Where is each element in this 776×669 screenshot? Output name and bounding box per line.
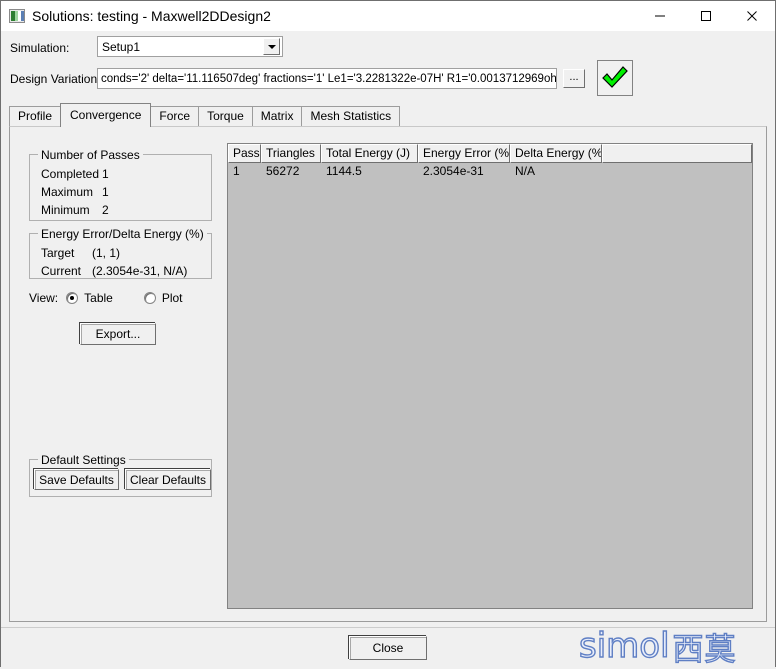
clear-defaults-button[interactable]: Clear Defaults — [125, 469, 211, 490]
column-header-filler — [602, 144, 752, 163]
tab-matrix[interactable]: Matrix — [251, 106, 303, 127]
cell-delta-energy: N/A — [515, 164, 536, 178]
column-header-pass[interactable]: Pass — [228, 144, 261, 163]
column-header-delta-energy[interactable]: Delta Energy (%) — [510, 144, 602, 163]
default-settings-title: Default Settings — [38, 453, 129, 467]
energy-current-value: (2.3054e-31, N/A) — [92, 264, 188, 278]
energy-current-label: Current — [41, 264, 82, 278]
window-title: Solutions: testing - Maxwell2DDesign2 — [32, 8, 271, 24]
simulation-combobox[interactable]: Setup1 — [97, 36, 283, 57]
application-icon — [9, 9, 25, 23]
design-variation-input[interactable]: conds='2' delta='11.116507deg' fractions… — [97, 68, 557, 89]
design-variation-browse-button[interactable]: ... — [563, 69, 585, 88]
simulation-dropdown-button[interactable] — [263, 38, 280, 55]
number-of-passes-title: Number of Passes — [38, 148, 143, 162]
energy-target-label: Target — [41, 246, 75, 260]
convergence-table[interactable]: Pass Triangles Total Energy (J) Energy E… — [227, 143, 753, 609]
minimize-button[interactable] — [637, 1, 683, 31]
title-bar: Solutions: testing - Maxwell2DDesign2 — [1, 1, 775, 31]
solutions-dialog: Solutions: testing - Maxwell2DDesign2 Si… — [0, 0, 776, 668]
view-table-radio[interactable] — [66, 292, 79, 304]
table-header-row: Pass Triangles Total Energy (J) Energy E… — [228, 144, 752, 163]
tab-convergence[interactable]: Convergence — [60, 103, 152, 127]
passes-completed-label: Completed — [41, 167, 100, 181]
column-header-energy-error[interactable]: Energy Error (%) — [418, 144, 510, 163]
passes-completed-value: 1 — [102, 167, 109, 181]
close-button[interactable] — [729, 1, 775, 31]
tab-profile[interactable]: Profile — [9, 106, 62, 127]
cell-energy-error: 2.3054e-31 — [423, 164, 484, 178]
passes-maximum-label: Maximum — [41, 185, 94, 199]
cell-pass: 1 — [233, 164, 240, 178]
tab-mesh-statistics[interactable]: Mesh Statistics — [301, 106, 401, 127]
table-row[interactable]: 1 56272 1144.5 2.3054e-31 N/A — [228, 163, 752, 180]
cell-triangles: 56272 — [266, 164, 300, 178]
maximize-icon — [701, 11, 711, 21]
simulation-label: Simulation: — [10, 41, 70, 55]
close-dialog-button[interactable]: Close — [349, 636, 427, 660]
apply-variation-button[interactable] — [597, 60, 633, 96]
design-variation-value: conds='2' delta='11.116507deg' fractions… — [101, 72, 557, 85]
energy-target-value: (1, 1) — [92, 246, 121, 260]
export-button[interactable]: Export... — [80, 323, 156, 345]
passes-minimum-value: 2 — [102, 203, 109, 217]
minimize-icon — [655, 15, 665, 17]
view-plot-label: Plot — [161, 291, 183, 305]
check-icon — [602, 66, 628, 88]
cell-total-energy: 1144.5 — [326, 164, 362, 178]
design-variation-label: Design Variation: — [10, 72, 101, 86]
tab-bar: Profile Convergence Force Torque Matrix … — [9, 103, 401, 127]
column-header-triangles[interactable]: Triangles — [261, 144, 321, 163]
tab-torque[interactable]: Torque — [198, 106, 253, 127]
view-plot-radio[interactable] — [143, 292, 156, 304]
simulation-value: Setup1 — [102, 39, 141, 54]
column-header-total-energy[interactable]: Total Energy (J) — [321, 144, 418, 163]
passes-minimum-label: Minimum — [41, 203, 90, 217]
close-icon — [747, 11, 757, 21]
window-controls — [637, 1, 775, 31]
save-defaults-button[interactable]: Save Defaults — [34, 469, 119, 490]
maximize-button[interactable] — [683, 1, 729, 31]
view-label: View: — [29, 291, 59, 305]
table-body: 1 56272 1144.5 2.3054e-31 N/A — [228, 163, 752, 180]
tab-force[interactable]: Force — [150, 106, 200, 127]
passes-maximum-value: 1 — [102, 185, 109, 199]
view-selector: View: Table Plot — [29, 290, 219, 306]
chevron-down-icon — [267, 44, 276, 49]
energy-error-title: Energy Error/Delta Energy (%) — [38, 227, 207, 241]
view-table-label: Table — [84, 291, 113, 305]
